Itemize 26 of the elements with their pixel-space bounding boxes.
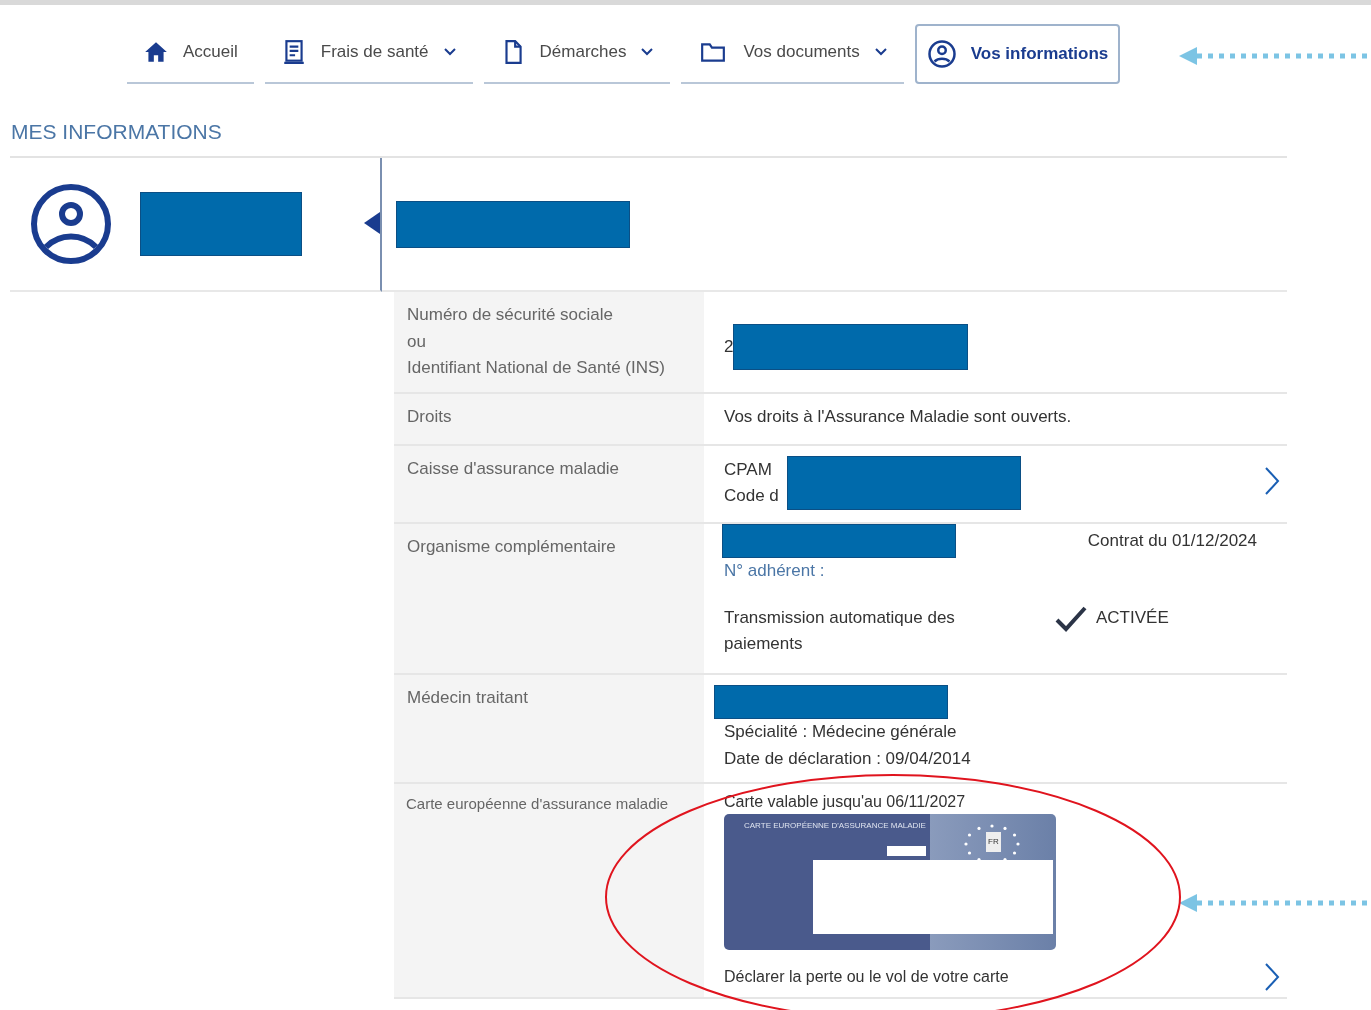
activation-status: ACTIVÉE bbox=[1096, 607, 1169, 630]
chevron-right-icon[interactable] bbox=[1263, 466, 1281, 496]
transmission-label: Transmission automatique des paiements bbox=[724, 606, 956, 655]
row-label: Carte européenne d'assurance maladie bbox=[394, 784, 704, 997]
caisse-text: CPAM bbox=[724, 458, 773, 481]
pointer-triangle-icon bbox=[364, 212, 380, 234]
row-label: Médecin traitant bbox=[394, 675, 704, 782]
contract-date: Contrat du 01/12/2024 bbox=[1087, 529, 1257, 552]
user-avatar-icon bbox=[30, 183, 112, 265]
member-number-label: N° adhérent : bbox=[724, 560, 826, 582]
row-label: Droits bbox=[394, 394, 704, 444]
doctor-detail: Date de déclaration : 09/04/2014 bbox=[724, 747, 972, 770]
row-label: Organisme complémentaire bbox=[394, 524, 704, 673]
user-circle-icon bbox=[926, 39, 957, 69]
card-validity: Carte valable jusqu'au 06/11/2027 bbox=[724, 792, 967, 812]
health-card-drawing: CARTE EUROPÉENNE D'ASSURANCE MALADIE FR bbox=[724, 814, 1056, 950]
report-lost-card-link[interactable]: Déclarer la perte ou le vol de votre carte bbox=[724, 967, 1267, 987]
chevron-right-icon[interactable] bbox=[1263, 962, 1281, 992]
row-label: Caisse d'assurance maladie bbox=[394, 446, 704, 522]
nav-tab[interactable]: Vos informations bbox=[914, 24, 1121, 84]
doctor-detail: Spécialité : Médecine générale bbox=[724, 721, 958, 743]
caisse-text: Code d bbox=[724, 485, 779, 507]
row-label: Numéro de sécurité sociale ou Identifiant National de Santé (INS) bbox=[394, 292, 704, 392]
page-title: MES INFORMATIONS bbox=[11, 120, 223, 144]
rights-status: Vos droits à l'Assurance Maladie sont ouverts. bbox=[724, 406, 1073, 428]
ssn-value: 2 bbox=[724, 335, 734, 358]
